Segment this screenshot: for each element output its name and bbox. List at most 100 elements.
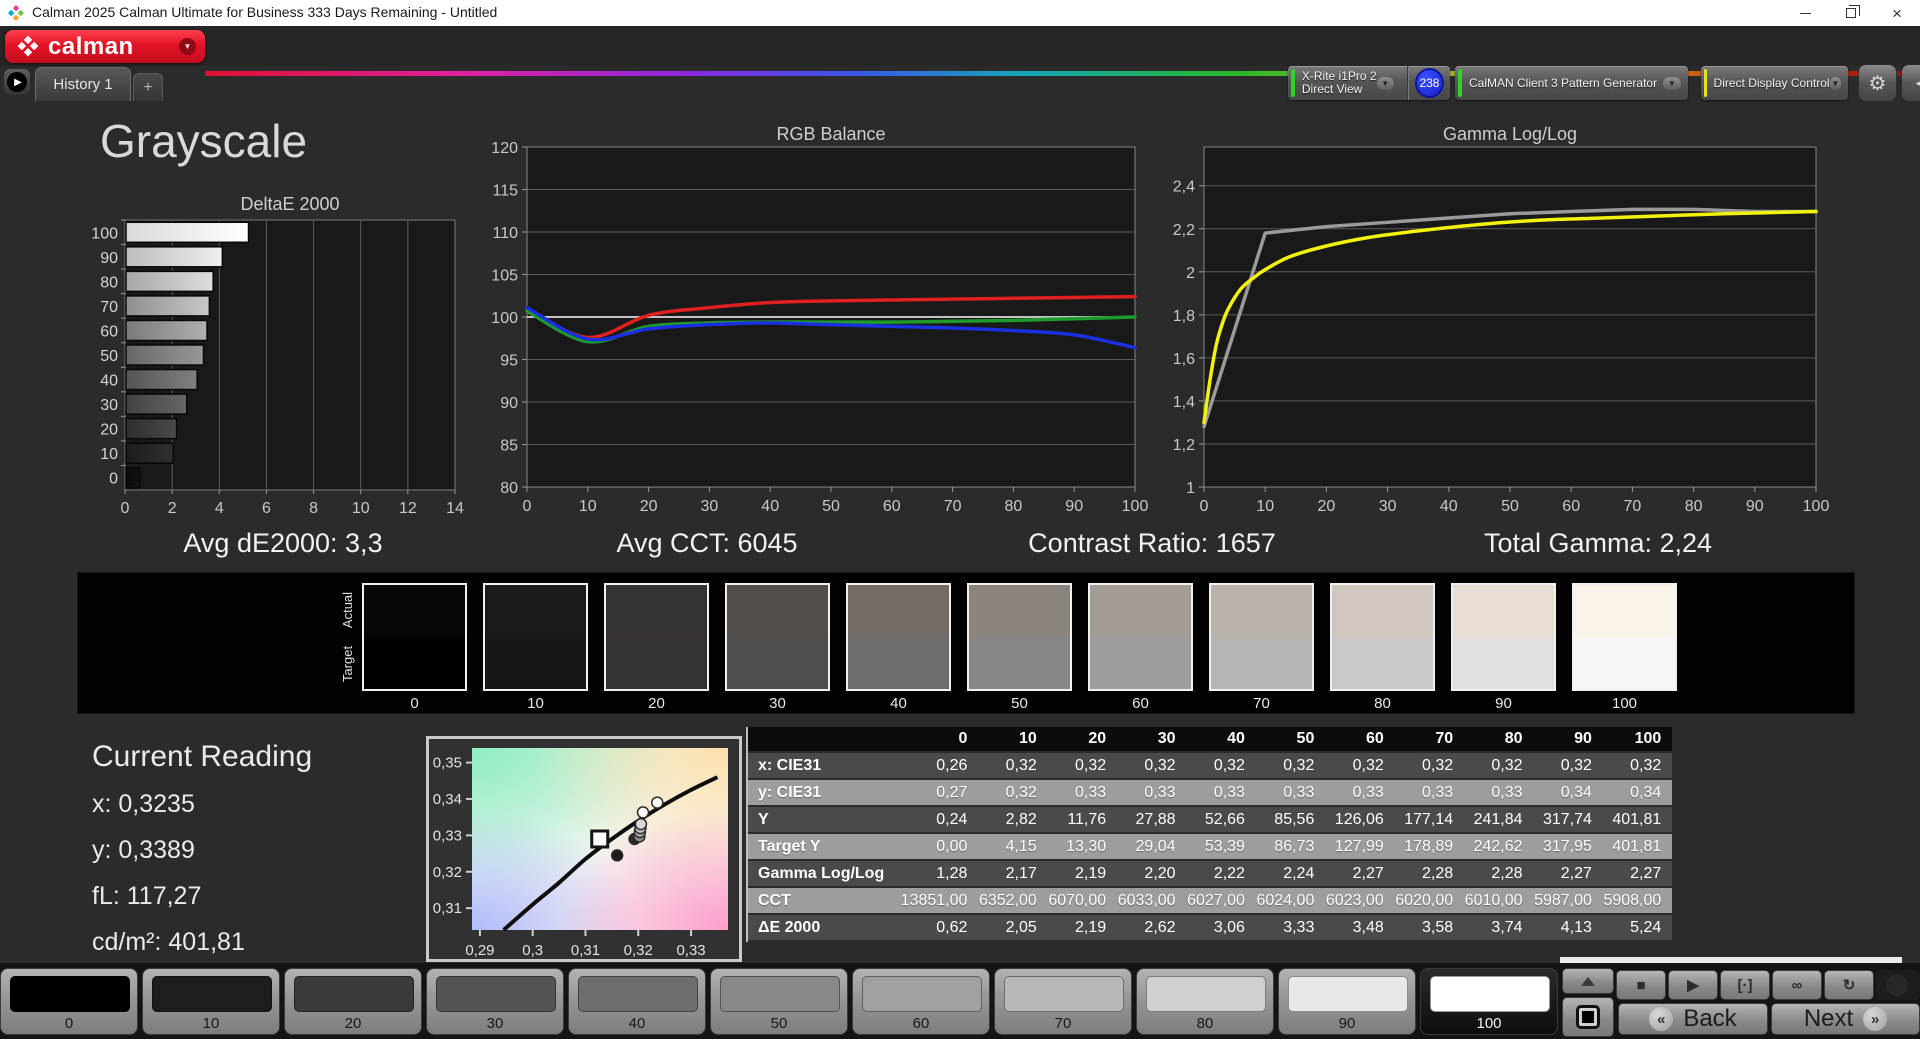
- svg-text:1,6: 1,6: [1173, 351, 1195, 368]
- pattern-generator-dropdown[interactable]: CalMAN Client 3 Pattern Generator ▼: [1455, 66, 1688, 100]
- pattern-tile-20[interactable]: 20: [284, 968, 422, 1035]
- history-nav-button[interactable]: ▶: [4, 69, 30, 95]
- pattern-tile-label: 90: [1338, 1015, 1356, 1032]
- pattern-tile-50[interactable]: 50: [710, 968, 848, 1035]
- svg-text:90: 90: [100, 250, 118, 267]
- strip-label-actual: Actual: [340, 591, 355, 629]
- refresh-button[interactable]: ↻: [1824, 970, 1874, 1000]
- pattern-swatch: [720, 976, 840, 1012]
- svg-text:20: 20: [640, 498, 658, 515]
- swatch-level-label: 20: [648, 695, 665, 712]
- strip-label-target: Target: [340, 645, 355, 683]
- svg-text:95: 95: [500, 353, 518, 370]
- stop-button[interactable]: ■: [1616, 970, 1666, 1000]
- calman-menu-button[interactable]: calman ▼: [5, 30, 205, 63]
- pattern-tile-70[interactable]: 70: [994, 968, 1132, 1035]
- reading-y: y: 0,3389: [92, 836, 195, 864]
- deltae-svg: DeltaE 20000 2 4 6 8 10 12 14100908070605040302…: [91, 194, 464, 517]
- svg-text:1: 1: [1186, 480, 1195, 497]
- svg-text:100: 100: [1122, 498, 1149, 515]
- close-icon[interactable]: ×: [1874, 0, 1920, 26]
- gear-icon[interactable]: ⚙: [1858, 64, 1897, 102]
- svg-text:0,34: 0,34: [433, 791, 462, 808]
- expand-up-button[interactable]: [1562, 968, 1614, 994]
- gamma-loglog-chart: Gamma Log/Log 1 1,2 1,4 1,6 1,8 2 2,2 2,4 0 10 20 30…: [1160, 124, 1860, 533]
- svg-text:30: 30: [100, 397, 118, 414]
- pattern-tile-40[interactable]: 40: [568, 968, 706, 1035]
- swatch-level-label: 0: [410, 695, 419, 712]
- swatch-level-label: 40: [890, 695, 907, 712]
- pattern-chevron-down-icon: ▼: [1663, 76, 1681, 90]
- header-bar: [0, 26, 1920, 76]
- titlebar: Calman 2025 Calman Ultimate for Business…: [0, 0, 1920, 26]
- pattern-tile-label: 20: [344, 1015, 362, 1032]
- swatch-0: [362, 583, 467, 691]
- display-control-dropdown[interactable]: Direct Display Control ▼: [1701, 66, 1848, 100]
- svg-text:0,29: 0,29: [465, 942, 494, 959]
- swatch-90: [1451, 583, 1556, 691]
- swatch-70: [1209, 583, 1314, 691]
- play-arrow-icon: ▶: [7, 72, 27, 92]
- next-label: Next: [1803, 1005, 1854, 1032]
- daylight-locus: [502, 775, 719, 932]
- svg-text:12: 12: [399, 500, 417, 517]
- page-title: Grayscale: [100, 115, 308, 167]
- measured-point: [610, 849, 624, 862]
- swatch-level-label: 100: [1611, 695, 1638, 712]
- table-header-row: 0 10 20 30 40 50 60 70 80 90 100: [748, 727, 1672, 753]
- current-reading-title: Current Reading: [92, 740, 313, 773]
- svg-text:60: 60: [1562, 498, 1580, 515]
- svg-text:0: 0: [121, 500, 130, 517]
- svg-text:60: 60: [883, 498, 901, 515]
- restore-icon[interactable]: [1828, 0, 1874, 26]
- deltae-bar-40: [125, 368, 198, 391]
- pattern-swatch: [10, 976, 130, 1012]
- measure-button[interactable]: [·]: [1720, 970, 1770, 1000]
- next-button[interactable]: Next »: [1771, 1003, 1920, 1035]
- continuous-button[interactable]: ∞: [1772, 970, 1822, 1000]
- svg-text:0: 0: [1200, 498, 1209, 515]
- pattern-tile-30[interactable]: 30: [426, 968, 564, 1035]
- table-row-7: ΔE 2000 0,62 2,05 2,19 2,62 3,06 3,33 3,48 3,58 3…: [748, 915, 1672, 942]
- table-row-5: Gamma Log/Log 1,28 2,17 2,19 2,20 2,22 2,24 2,2…: [748, 861, 1672, 888]
- play-button[interactable]: ▶: [1668, 970, 1718, 1000]
- pattern-tile-0[interactable]: 0: [0, 968, 138, 1035]
- meter-chevron-down-icon: ▼: [1376, 76, 1394, 90]
- svg-text:50: 50: [100, 348, 118, 365]
- swatch-20: [604, 583, 709, 691]
- svg-text:30: 30: [701, 498, 719, 515]
- swatch-level-label: 50: [1011, 695, 1028, 712]
- back-chevrons-icon: «: [1649, 1007, 1674, 1031]
- minimize-icon[interactable]: [1782, 0, 1828, 26]
- collapse-panel-icon[interactable]: ◀: [1901, 64, 1920, 102]
- tab-history-1[interactable]: History 1: [35, 67, 131, 101]
- pattern-tile-90[interactable]: 90: [1278, 968, 1416, 1035]
- back-button[interactable]: « Back: [1618, 1003, 1768, 1035]
- svg-text:85: 85: [500, 438, 518, 455]
- pattern-tile-10[interactable]: 10: [142, 968, 280, 1035]
- pattern-tile-label: 0: [64, 1015, 74, 1032]
- pattern-tile-label: 60: [912, 1015, 930, 1032]
- swatch-level-label: 70: [1253, 695, 1270, 712]
- pattern-swatch: [578, 976, 698, 1012]
- svg-text:90: 90: [500, 395, 518, 412]
- display-control-label: Direct Display Control: [1713, 75, 1830, 90]
- deltae-bar-0: [125, 466, 141, 489]
- current-reading-panel: Current Reading x: 0,3235 y: 0,3389 fL: …: [92, 740, 312, 974]
- svg-text:70: 70: [100, 299, 118, 316]
- measured-point: [634, 817, 648, 831]
- add-tab-button[interactable]: +: [133, 73, 163, 101]
- svg-text:20: 20: [100, 422, 118, 439]
- calman-diamond-icon: [17, 35, 39, 56]
- pattern-tile-60[interactable]: 60: [852, 968, 990, 1035]
- pattern-window-button[interactable]: [1562, 997, 1614, 1037]
- menu-chevron-down-icon[interactable]: ▼: [179, 38, 196, 55]
- pattern-tile-100[interactable]: 100: [1420, 968, 1558, 1035]
- pattern-tile-80[interactable]: 80: [1136, 968, 1274, 1035]
- meter-dropdown[interactable]: X-Rite i1Pro 2 Direct View ▼ 238: [1288, 66, 1450, 100]
- svg-text:DeltaE 2000: DeltaE 2000: [240, 194, 339, 214]
- display-chevron-down-icon: ▼: [1829, 76, 1841, 90]
- svg-text:0,3: 0,3: [522, 942, 543, 959]
- svg-text:70: 70: [944, 498, 962, 515]
- cie-chart: 0,35 0,34 0,33 0,32 0,31 0,29 0,3 0,31 0,32 0,33: [426, 736, 742, 962]
